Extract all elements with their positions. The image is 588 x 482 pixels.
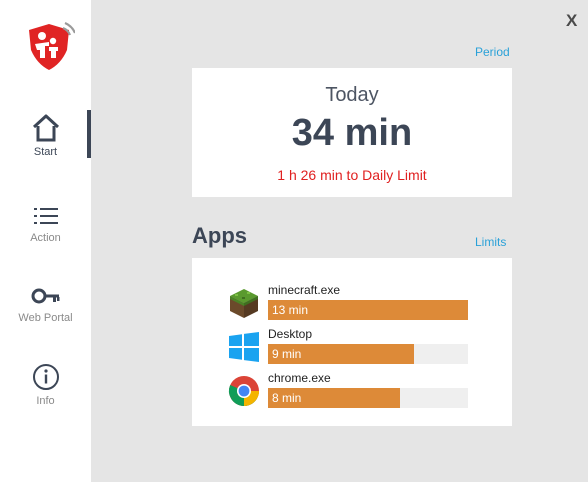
app-name: chrome.exe — [268, 371, 331, 385]
sidebar-item-label: Action — [30, 232, 61, 244]
app-row-desktop: Desktop 9 min — [192, 327, 512, 364]
usage-time: 13 min — [272, 303, 309, 317]
app-logo-icon — [29, 21, 75, 70]
minecraft-icon — [230, 289, 258, 318]
close-button[interactable]: X — [566, 11, 577, 31]
sidebar-item-web-portal[interactable]: Web Portal — [0, 283, 91, 324]
period-link[interactable]: Period — [475, 45, 510, 59]
chrome-icon — [228, 376, 259, 407]
home-icon — [32, 114, 59, 142]
app-name: Desktop — [268, 327, 313, 341]
usage-bar-track: 8 min — [268, 388, 468, 408]
usage-bar-track: 9 min — [268, 344, 468, 364]
sidebar-item-info[interactable]: Info — [0, 362, 91, 407]
app-row-chrome: chrome.exe 8 min — [192, 371, 512, 408]
usage-time: 9 min — [272, 347, 302, 361]
daily-limit-remaining: 1 h 26 min to Daily Limit — [277, 167, 427, 183]
limits-link[interactable]: Limits — [475, 235, 506, 249]
key-icon — [31, 288, 59, 304]
app-name: minecraft.exe — [268, 283, 341, 297]
active-indicator — [87, 110, 91, 158]
sidebar-item-label: Info — [36, 395, 55, 407]
apps-card: minecraft.exe 13 min Desktop 9 min chrom… — [192, 258, 512, 426]
info-icon — [32, 364, 59, 390]
sidebar: Start Action Web Portal Info — [0, 0, 91, 482]
windows-icon — [229, 332, 259, 362]
today-usage-value: 34 min — [291, 112, 413, 154]
apps-heading: Apps — [192, 223, 247, 248]
usage-bar-track: 13 min — [268, 300, 468, 320]
sidebar-item-label: Web Portal — [18, 312, 73, 324]
today-card: Today 34 min 1 h 26 min to Daily Limit — [192, 68, 512, 197]
app-row-minecraft: minecraft.exe 13 min — [192, 283, 512, 320]
today-title: Today — [325, 84, 379, 106]
list-icon — [33, 208, 58, 224]
sidebar-item-start[interactable]: Start — [0, 113, 91, 158]
sidebar-item-action[interactable]: Action — [0, 203, 91, 244]
sidebar-item-label: Start — [33, 146, 58, 158]
usage-time: 8 min — [272, 391, 302, 405]
